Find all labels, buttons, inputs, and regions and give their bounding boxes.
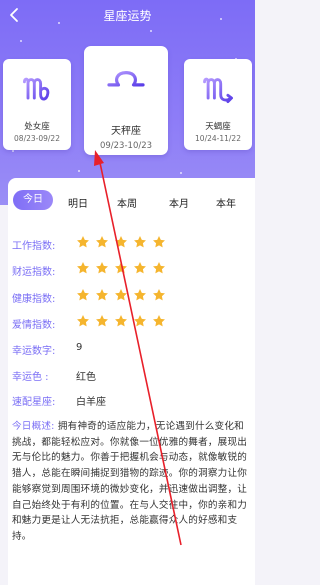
- sign-dates-virgo: 08/23-09/22: [14, 134, 60, 143]
- fortune-panel: 今日 明日 本周 本月 本年 工作指数: 财运指数: 健康指数: 爱情指数: 幸…: [8, 178, 255, 585]
- lucky-number-label: 幸运数字:: [12, 346, 56, 357]
- love-index-label: 爱情指数:: [12, 320, 56, 331]
- star-icon: [96, 289, 108, 301]
- work-index-row: 工作指数:: [12, 236, 165, 252]
- star-icon: [77, 289, 89, 301]
- star-icon: [134, 262, 146, 274]
- wealth-index-row: 财运指数:: [12, 262, 165, 278]
- star-icon: [96, 315, 108, 327]
- scorpio-icon: [203, 77, 233, 104]
- star-icon: [115, 315, 127, 327]
- header-banner: 星座运势 处女座 08/23-09/22 天秤座 09/23-10/23 天蝎座…: [0, 0, 255, 205]
- health-index-label: 健康指数:: [12, 294, 56, 305]
- daily-summary-text: 拥有神奇的适应能力，无论遇到什么变化和挑战，都能轻松应对。你就像一位优雅的舞者，…: [12, 421, 248, 542]
- match-sign-value: 白羊座: [76, 397, 106, 408]
- sign-card-libra[interactable]: 天秤座 09/23-10/23: [84, 46, 168, 155]
- work-stars: [76, 235, 166, 249]
- match-sign-row: 速配星座: 白羊座: [12, 393, 106, 408]
- daily-summary: 今日概述: 拥有神奇的适应能力，无论遇到什么变化和挑战，都能轻松应对。你就像一位…: [12, 419, 250, 545]
- star-icon: [77, 236, 89, 248]
- libra-icon: [107, 71, 145, 95]
- sign-card-scorpio[interactable]: 天蝎座 10/24-11/22: [184, 59, 252, 150]
- love-index-row: 爱情指数:: [12, 315, 165, 331]
- sign-dates-scorpio: 10/24-11/22: [195, 134, 241, 143]
- star-icon: [77, 315, 89, 327]
- daily-summary-label: 今日概述:: [12, 421, 55, 432]
- wealth-index-label: 财运指数:: [12, 267, 56, 278]
- star-icon: [96, 262, 108, 274]
- sign-name-scorpio: 天蝎座: [205, 122, 231, 132]
- virgo-icon: [22, 77, 50, 101]
- lucky-color-label: 幸运色 :: [12, 372, 49, 383]
- star-icon: [134, 315, 146, 327]
- star-icon: [115, 262, 127, 274]
- period-tabs: 今日 明日 本周 本月 本年: [8, 190, 255, 218]
- sign-dates-libra: 09/23-10/23: [99, 141, 153, 151]
- star-icon: [96, 236, 108, 248]
- star-icon: [153, 289, 165, 301]
- lucky-color-value: 红色: [76, 372, 96, 383]
- tab-tomorrow[interactable]: 明日: [68, 195, 88, 210]
- health-stars: [76, 288, 166, 302]
- star-icon: [153, 315, 165, 327]
- lucky-color-row: 幸运色 : 红色: [12, 368, 96, 383]
- wealth-stars: [76, 261, 166, 275]
- sign-name-libra: 天秤座: [111, 126, 141, 137]
- tab-month[interactable]: 本月: [169, 195, 189, 210]
- tab-year[interactable]: 本年: [216, 195, 236, 210]
- lucky-number-row: 幸运数字: 9: [12, 342, 82, 357]
- sign-name-virgo: 处女座: [24, 122, 50, 132]
- star-icon: [153, 236, 165, 248]
- tab-today[interactable]: 今日: [13, 190, 53, 210]
- tab-week[interactable]: 本周: [117, 195, 137, 210]
- lucky-number-value: 9: [76, 342, 83, 353]
- star-icon: [153, 262, 165, 274]
- health-index-row: 健康指数:: [12, 289, 165, 305]
- sign-card-virgo[interactable]: 处女座 08/23-09/22: [3, 59, 71, 150]
- star-icon: [115, 236, 127, 248]
- love-stars: [76, 314, 166, 328]
- star-icon: [134, 236, 146, 248]
- match-sign-label: 速配星座:: [12, 397, 56, 408]
- star-icon: [115, 289, 127, 301]
- star-icon: [77, 262, 89, 274]
- star-icon: [134, 289, 146, 301]
- work-index-label: 工作指数:: [12, 241, 56, 252]
- page-title: 星座运势: [103, 9, 152, 23]
